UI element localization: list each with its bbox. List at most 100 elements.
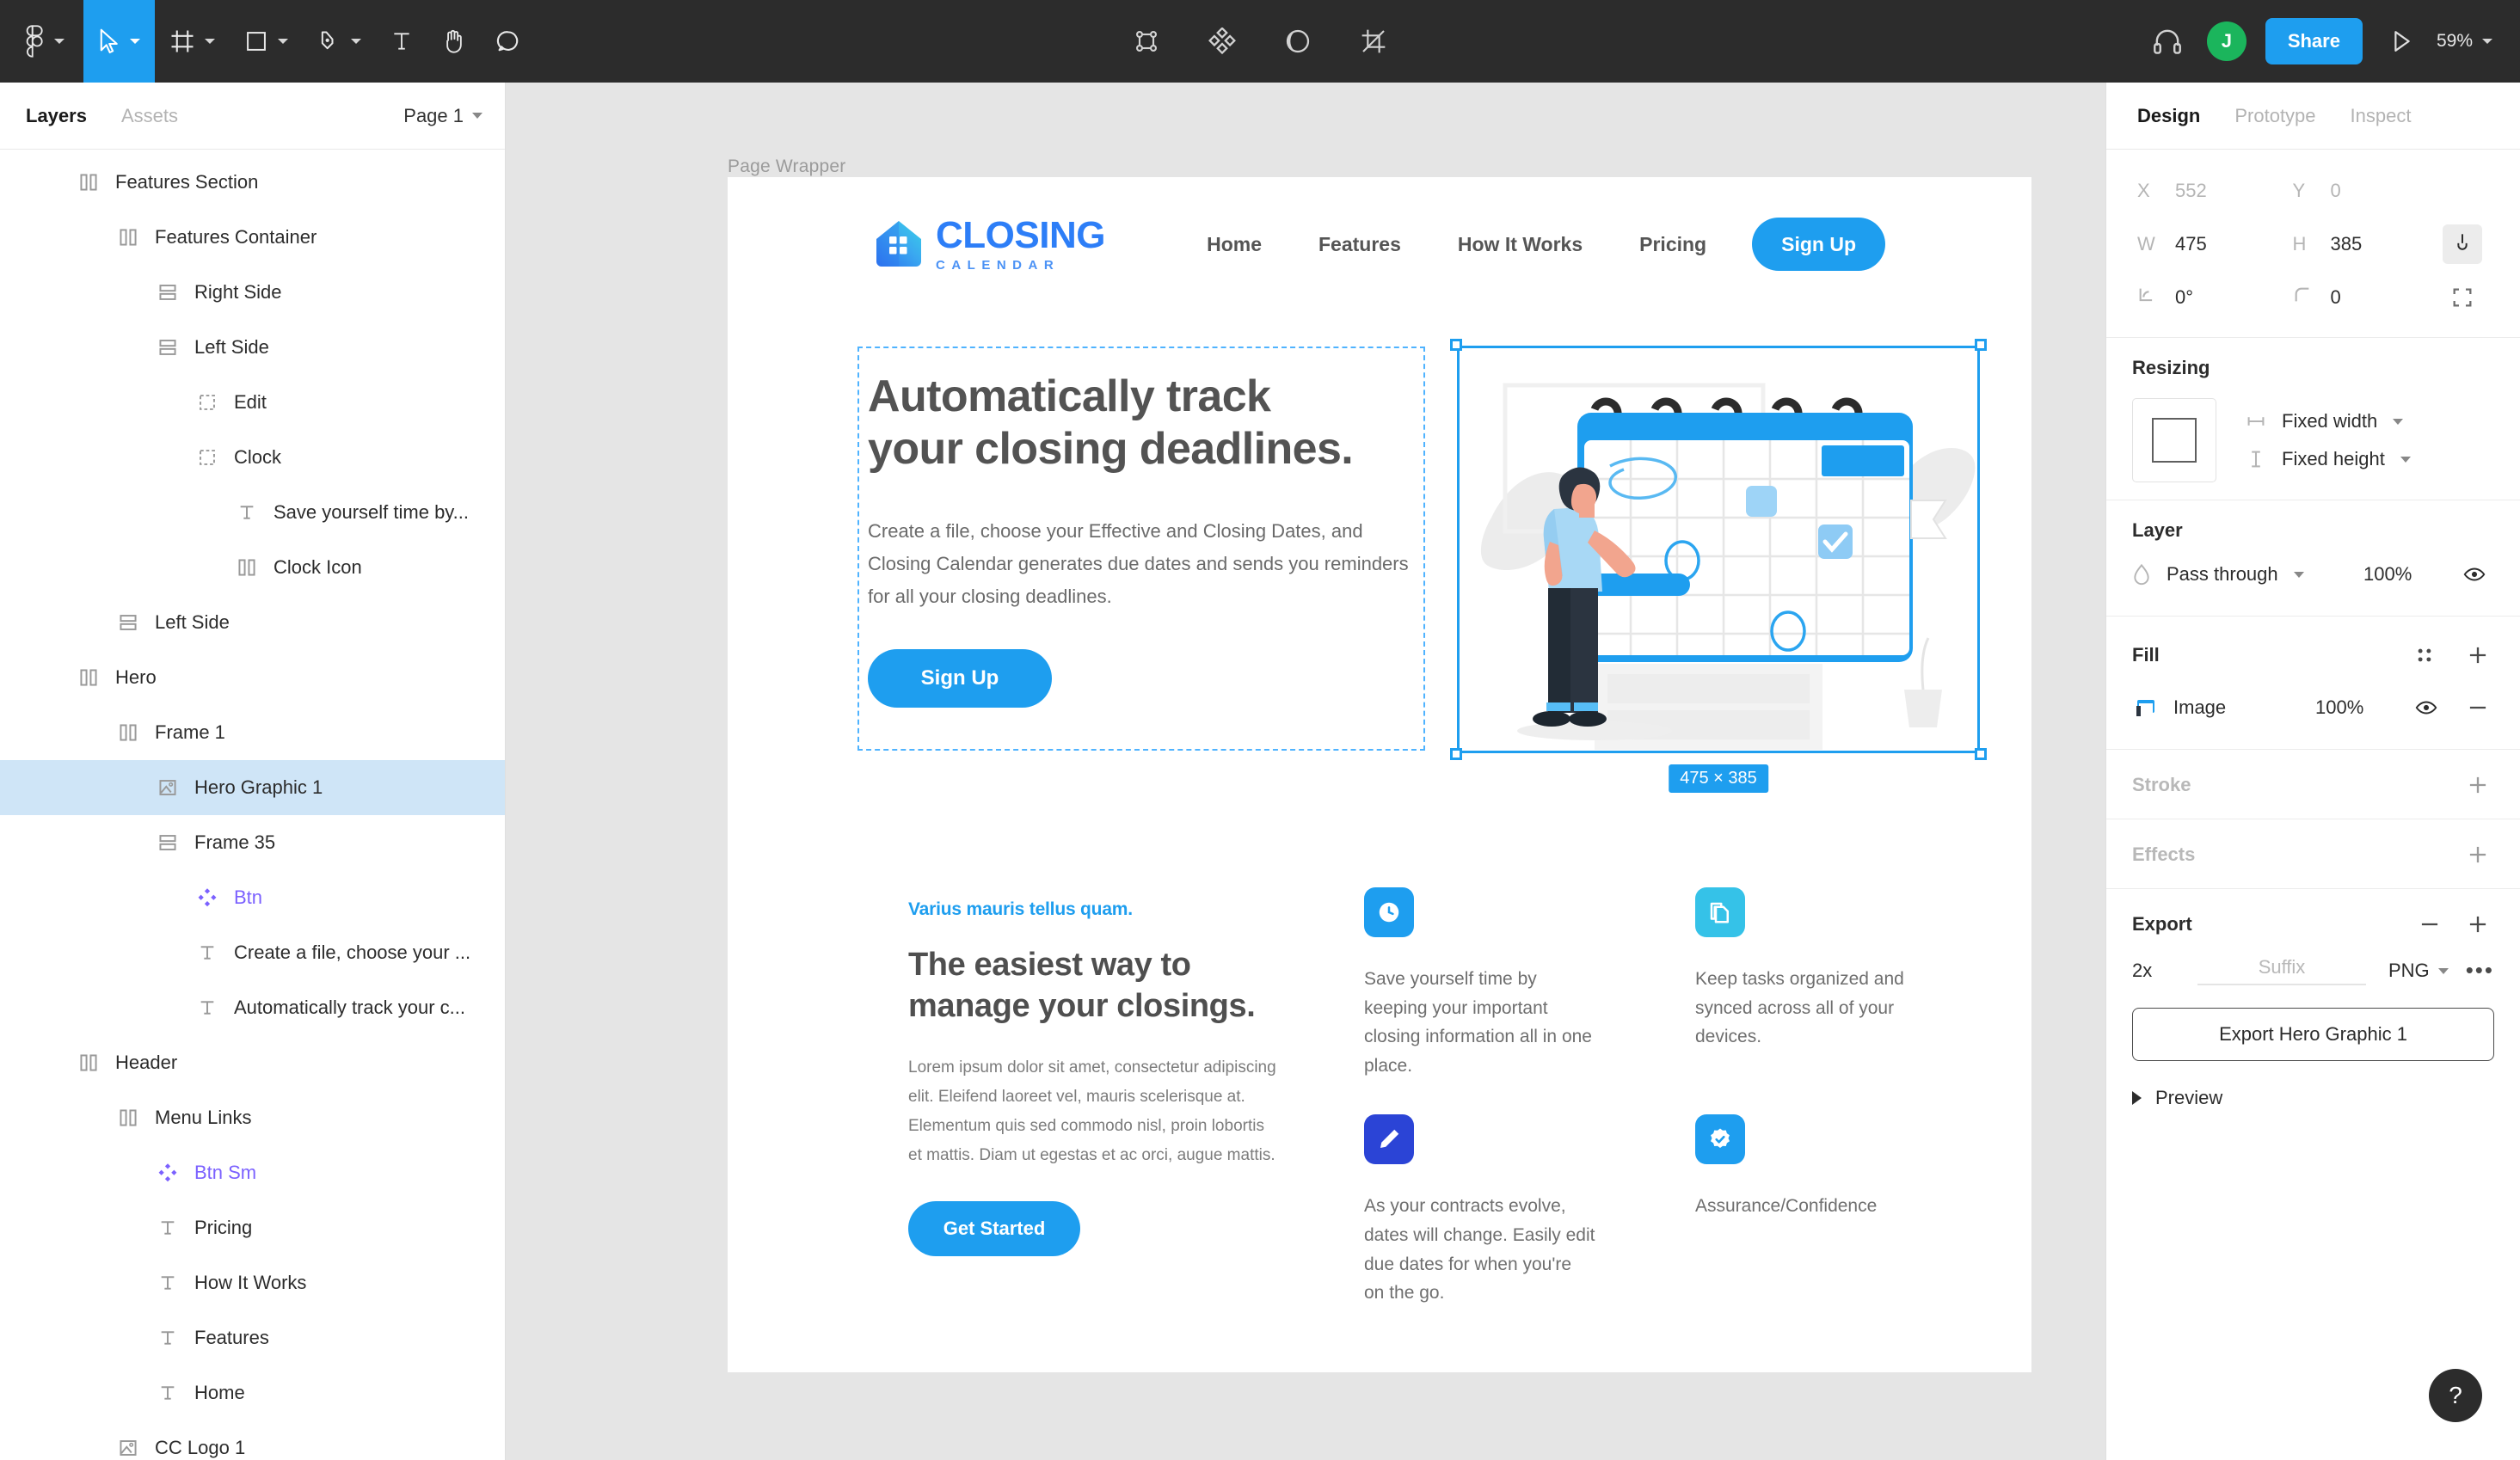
layer-row-clock[interactable]: Clock [0,430,505,485]
export-scale-value[interactable]: 2x [2132,960,2197,982]
fill-image-thumbnail[interactable] [2132,695,2158,721]
hero-signup-button[interactable]: Sign Up [868,649,1052,708]
components-tool-button[interactable] [1205,24,1239,58]
frame-tool-button[interactable] [155,0,230,83]
layer-row-menu-links[interactable]: Menu Links [0,1090,505,1145]
remove-export-setting-button[interactable] [2413,908,2446,941]
text-icon [193,938,222,967]
layer-visibility-toggle[interactable] [2455,555,2494,594]
export-more-options-button[interactable]: ••• [2466,960,2494,981]
zoom-level-dropdown[interactable]: 59% [2431,31,2498,52]
fill-visibility-toggle[interactable] [2406,688,2446,727]
text-tool-button[interactable] [376,0,427,83]
layer-row-btn[interactable]: Btn [0,870,505,925]
fill-type-label[interactable]: Image [2173,696,2226,719]
fill-opacity-value[interactable]: 100% [2315,696,2391,719]
width-field[interactable]: W 475 [2132,222,2288,267]
tab-layers[interactable]: Layers [26,105,87,127]
export-button[interactable]: Export Hero Graphic 1 [2132,1008,2494,1061]
layer-row-automatically-track-your-c[interactable]: Automatically track your c... [0,980,505,1035]
layer-row-right-side[interactable]: Right Side [0,265,505,320]
layer-row-hero-graphic-1[interactable]: Hero Graphic 1 [0,760,505,815]
nav-link-pricing[interactable]: Pricing [1611,233,1735,256]
resize-handle-top-right[interactable] [1975,339,1987,351]
layer-row-clock-icon[interactable]: Clock Icon [0,540,505,595]
y-position-field[interactable]: Y 0 [2288,169,2443,213]
nav-link-home[interactable]: Home [1178,233,1290,256]
resize-handle-top-left[interactable] [1450,339,1462,351]
tab-inspect[interactable]: Inspect [2351,105,2412,127]
design-canvas[interactable]: Page Wrapper CLOSING CALENDAR Home Featu… [506,83,2105,1460]
crop-tool-button[interactable] [1356,24,1391,58]
tab-design[interactable]: Design [2137,105,2200,127]
x-position-field[interactable]: X 552 [2132,169,2288,213]
layer-row-header[interactable]: Header [0,1035,505,1090]
hand-tool-button[interactable] [427,0,481,83]
lock-aspect-ratio-button[interactable] [2443,224,2482,264]
height-field[interactable]: H 385 [2288,222,2443,267]
add-effect-button[interactable] [2462,838,2494,871]
layer-row-left-side[interactable]: Left Side [0,320,505,375]
hero-graphic-image[interactable]: 475 × 385 [1450,339,1987,793]
layer-row-pricing[interactable]: Pricing [0,1200,505,1255]
share-button[interactable]: Share [2265,18,2363,64]
layer-row-features[interactable]: Features [0,1310,505,1365]
auto-layout-horizontal-icon [74,663,103,692]
auto-layout-vertical-icon [114,608,143,637]
figma-logo-menu-button[interactable] [0,0,83,83]
add-fill-button[interactable] [2462,639,2494,672]
header-signup-button[interactable]: Sign Up [1752,218,1885,271]
layer-row-frame-35[interactable]: Frame 35 [0,815,505,870]
layer-row-cc-logo-1[interactable]: CC Logo 1 [0,1420,505,1460]
blend-mode-dropdown[interactable]: Pass through [2167,563,2278,586]
layer-row-edit[interactable]: Edit [0,375,505,430]
present-button[interactable] [2380,19,2425,64]
tab-assets[interactable]: Assets [121,105,178,127]
width-resize-dropdown[interactable]: Fixed width [2246,410,2411,432]
export-format-dropdown[interactable]: PNG [2388,960,2449,982]
layer-row-save-yourself-time-by[interactable]: Save yourself time by... [0,485,505,540]
layer-row-btn-sm[interactable]: Btn Sm [0,1145,505,1200]
layer-row-features-section[interactable]: Features Section [0,155,505,210]
remove-fill-button[interactable] [2462,691,2494,724]
move-tool-button[interactable] [83,0,155,83]
fill-styles-button[interactable] [2405,635,2444,675]
add-export-setting-button[interactable] [2462,908,2494,941]
frame-name-label[interactable]: Page Wrapper [728,156,845,177]
help-button[interactable]: ? [2429,1369,2482,1422]
comment-tool-button[interactable] [481,0,536,83]
get-started-button[interactable]: Get Started [908,1201,1080,1257]
layer-row-how-it-works[interactable]: How It Works [0,1255,505,1310]
nav-link-features[interactable]: Features [1290,233,1429,256]
export-preview-disclosure[interactable]: Preview [2132,1087,2494,1109]
constraints-inner-box [2152,418,2197,463]
resize-handle-bottom-right[interactable] [1975,748,1987,760]
layer-row-create-a-file-choose-your[interactable]: Create a file, choose your ... [0,925,505,980]
site-logo[interactable]: CLOSING CALENDAR [874,217,1105,272]
constraints-widget[interactable] [2132,398,2216,482]
shape-tool-button[interactable] [230,0,303,83]
add-stroke-button[interactable] [2462,769,2494,801]
pen-icon [321,31,334,50]
independent-corners-button[interactable] [2443,278,2482,317]
layer-row-frame-1[interactable]: Frame 1 [0,705,505,760]
export-suffix-input[interactable]: Suffix [2197,956,2366,985]
mask-tool-button[interactable] [1281,24,1315,58]
layer-row-features-container[interactable]: Features Container [0,210,505,265]
layer-row-hero[interactable]: Hero [0,650,505,705]
height-resize-dropdown[interactable]: Fixed height [2246,448,2411,470]
pen-tool-button[interactable] [303,0,376,83]
layer-opacity-value[interactable]: 100% [2363,563,2439,586]
rotation-field[interactable]: 0° [2132,275,2288,320]
audio-call-button[interactable] [2143,17,2191,65]
layer-row-left-side[interactable]: Left Side [0,595,505,650]
resize-handle-bottom-left[interactable] [1450,748,1462,760]
nav-link-how-it-works[interactable]: How It Works [1429,233,1611,256]
corner-radius-field[interactable]: 0 [2288,275,2443,320]
page-selector[interactable]: Page 1 [403,105,482,127]
layer-row-home[interactable]: Home [0,1365,505,1420]
edit-points-tool-button[interactable] [1129,24,1164,58]
user-avatar[interactable]: J [2206,21,2246,61]
tab-prototype[interactable]: Prototype [2234,105,2315,127]
chevron-down-icon [472,113,482,119]
